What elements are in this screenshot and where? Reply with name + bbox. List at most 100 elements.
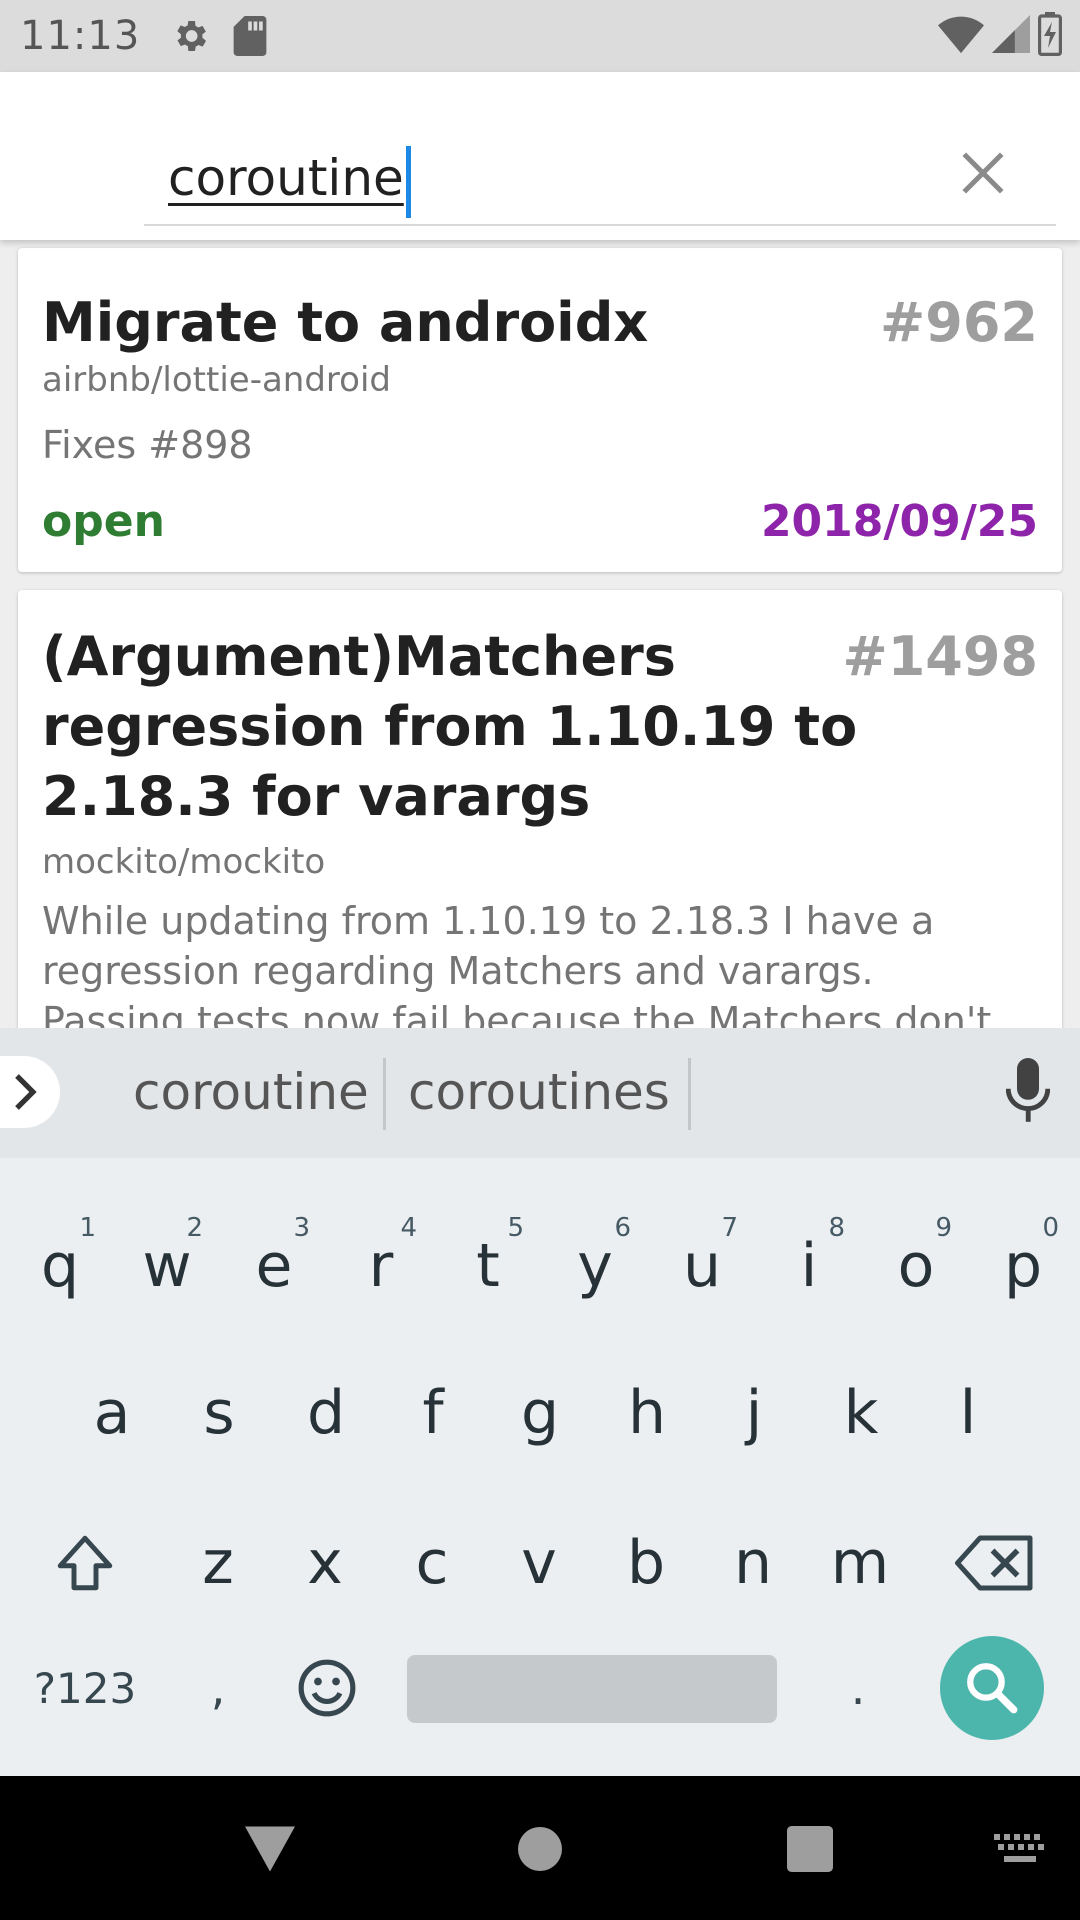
- key-s[interactable]: s: [165, 1338, 273, 1488]
- keyboard-search-button[interactable]: [940, 1636, 1044, 1740]
- issue-body: Fixes #898: [42, 423, 253, 467]
- wifi-icon: [938, 14, 984, 58]
- suggestion-divider: [383, 1058, 386, 1130]
- issue-title-line: (Argument)Matchers: [42, 625, 676, 688]
- comma-key[interactable]: ,: [168, 1628, 268, 1748]
- issue-body: While updating from 1.10.19 to 2.18.3 I …: [42, 896, 1038, 1028]
- key-k[interactable]: k: [807, 1338, 915, 1488]
- key-p[interactable]: p0: [969, 1191, 1077, 1341]
- microphone-icon: [1005, 1058, 1051, 1122]
- key-label: e: [255, 1231, 293, 1301]
- issue-number: #1498: [842, 625, 1038, 688]
- key-label: p: [1003, 1231, 1043, 1301]
- issue-repo: mockito/mockito: [42, 842, 326, 882]
- issue-body-line: While updating from 1.10.19 to 2.18.3 I …: [42, 899, 935, 943]
- key-m[interactable]: m: [806, 1488, 914, 1638]
- issue-title: (Argument)Matchers regression from 1.10.…: [42, 622, 857, 832]
- issue-title-line: regression from 1.10.19 to: [42, 695, 858, 758]
- key-i[interactable]: i8: [755, 1191, 863, 1341]
- key-hint: 9: [935, 1213, 952, 1243]
- period-key[interactable]: .: [808, 1628, 908, 1748]
- navigation-bar: [0, 1776, 1080, 1920]
- key-c[interactable]: c: [378, 1488, 486, 1638]
- recents-square-icon: [787, 1826, 833, 1872]
- home-circle-icon: [518, 1827, 562, 1871]
- back-triangle-icon: [245, 1826, 295, 1872]
- key-q[interactable]: q1: [6, 1191, 114, 1341]
- key-hint: 7: [721, 1213, 738, 1243]
- key-hint: 1: [79, 1213, 96, 1243]
- key-a[interactable]: a: [58, 1338, 166, 1488]
- key-d[interactable]: d: [272, 1338, 380, 1488]
- soft-keyboard: coroutine coroutines q1w2e3r4t5y6u7i8o9p…: [0, 1028, 1080, 1776]
- search-header: coroutine: [0, 72, 1080, 240]
- issue-body-line: Passing tests now fail because the Match…: [42, 999, 992, 1028]
- key-label: t: [476, 1231, 500, 1301]
- key-hint: 8: [828, 1213, 845, 1243]
- key-hint: 3: [293, 1213, 310, 1243]
- back-button[interactable]: [230, 1814, 310, 1884]
- settings-icon: [170, 16, 210, 56]
- shift-key[interactable]: [30, 1488, 140, 1638]
- key-w[interactable]: w2: [113, 1191, 221, 1341]
- issue-card[interactable]: Migrate to androidx #962 airbnb/lottie-a…: [18, 248, 1062, 572]
- suggestion-item[interactable]: coroutines: [408, 1056, 670, 1128]
- suggestion-divider: [688, 1058, 691, 1130]
- key-y[interactable]: y6: [541, 1191, 649, 1341]
- voice-input-button[interactable]: [1005, 1058, 1051, 1128]
- status-time: 11:13: [20, 13, 141, 59]
- key-l[interactable]: l: [914, 1338, 1022, 1488]
- issue-title: Migrate to androidx: [42, 291, 649, 354]
- key-label: u: [682, 1231, 722, 1301]
- emoji-key[interactable]: [272, 1628, 382, 1748]
- key-u[interactable]: u7: [648, 1191, 756, 1341]
- suggestion-strip: coroutine coroutines: [0, 1028, 1080, 1158]
- backspace-icon: [955, 1535, 1033, 1591]
- results-list: Migrate to androidx #962 airbnb/lottie-a…: [0, 240, 1080, 1028]
- key-label: w: [142, 1231, 192, 1301]
- recents-button[interactable]: [770, 1814, 850, 1884]
- search-query-text: coroutine: [168, 149, 404, 207]
- key-label: r: [368, 1231, 394, 1301]
- key-o[interactable]: o9: [862, 1191, 970, 1341]
- issue-card[interactable]: (Argument)Matchers regression from 1.10.…: [18, 590, 1062, 1028]
- cell-signal-icon: [992, 14, 1030, 58]
- text-cursor: [405, 145, 411, 218]
- key-hint: 0: [1042, 1213, 1059, 1243]
- backspace-key[interactable]: [940, 1488, 1050, 1638]
- symbols-key[interactable]: ?123: [20, 1628, 150, 1748]
- keyboard-switch-button[interactable]: [980, 1814, 1060, 1884]
- search-underline: [144, 224, 1056, 226]
- issue-number: #962: [880, 291, 1038, 354]
- key-f[interactable]: f: [379, 1338, 487, 1488]
- key-j[interactable]: j: [700, 1338, 808, 1488]
- key-hint: 5: [507, 1213, 524, 1243]
- key-label: y: [577, 1231, 613, 1301]
- search-input[interactable]: coroutine: [168, 128, 411, 228]
- emoji-icon: [298, 1659, 356, 1717]
- key-label: i: [800, 1231, 818, 1301]
- chevron-right-icon: [15, 1074, 37, 1110]
- issue-date: 2018/09/25: [760, 496, 1038, 547]
- issue-body-line: regression regarding Matchers and vararg…: [42, 949, 874, 993]
- status-bar: 11:13: [0, 0, 1080, 72]
- key-r[interactable]: r4: [327, 1191, 435, 1341]
- key-x[interactable]: x: [271, 1488, 379, 1638]
- key-label: o: [897, 1231, 935, 1301]
- key-b[interactable]: b: [592, 1488, 700, 1638]
- key-h[interactable]: h: [593, 1338, 701, 1488]
- key-hint: 6: [614, 1213, 631, 1243]
- key-t[interactable]: t5: [434, 1191, 542, 1341]
- key-v[interactable]: v: [485, 1488, 593, 1638]
- key-n[interactable]: n: [699, 1488, 807, 1638]
- key-e[interactable]: e3: [220, 1191, 328, 1341]
- suggestion-item[interactable]: coroutine: [133, 1056, 369, 1128]
- key-z[interactable]: z: [164, 1488, 272, 1638]
- issue-repo: airbnb/lottie-android: [42, 360, 391, 400]
- space-bar[interactable]: [407, 1655, 777, 1723]
- clear-search-button[interactable]: [928, 128, 1038, 218]
- home-button[interactable]: [500, 1814, 580, 1884]
- expand-suggestions-button[interactable]: [0, 1056, 60, 1128]
- close-icon: [962, 152, 1004, 194]
- key-g[interactable]: g: [486, 1338, 594, 1488]
